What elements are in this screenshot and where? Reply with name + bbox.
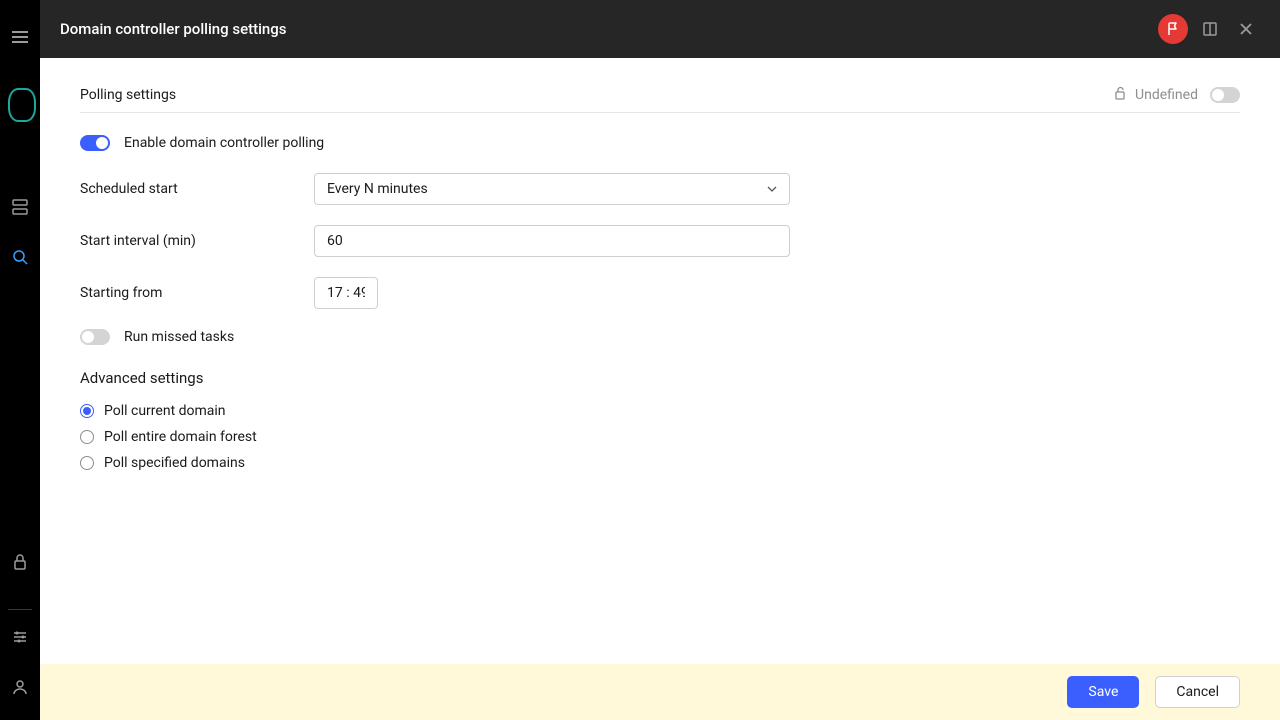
cancel-button[interactable]: Cancel	[1155, 676, 1240, 708]
radio-label: Poll entire domain forest	[104, 429, 257, 445]
panel-header: Domain controller polling settings	[40, 0, 1280, 58]
panel-footer: Save Cancel	[40, 664, 1280, 720]
radio-option-1[interactable]: Poll entire domain forest	[80, 429, 1240, 445]
starting-from-row: Starting from	[80, 277, 1240, 309]
settings-panel: Domain controller polling settings Polli…	[40, 0, 1280, 720]
flag-button[interactable]	[1158, 14, 1188, 44]
save-button[interactable]: Save	[1067, 676, 1139, 708]
scheduled-start-select[interactable]: Every N minutes	[314, 173, 790, 205]
bookmark-icon[interactable]	[1196, 15, 1224, 43]
radio-icon	[80, 404, 94, 418]
section-title: Polling settings	[80, 87, 176, 103]
run-missed-row: Run missed tasks	[80, 329, 1240, 345]
panel-title: Domain controller polling settings	[60, 20, 287, 38]
section-header: Polling settings Undefined	[80, 86, 1240, 113]
enable-polling-label: Enable domain controller polling	[124, 135, 324, 151]
start-interval-label: Start interval (min)	[80, 233, 314, 249]
panel-body: Polling settings Undefined Enable domain…	[40, 58, 1280, 664]
enable-polling-row: Enable domain controller polling	[80, 135, 1240, 151]
user-icon[interactable]	[11, 678, 29, 696]
radio-label: Poll specified domains	[104, 455, 245, 471]
radio-option-0[interactable]: Poll current domain	[80, 403, 1240, 419]
scheduled-start-value: Every N minutes	[327, 181, 428, 197]
nav-divider	[8, 609, 32, 610]
left-nav-rail	[0, 0, 40, 720]
radio-label: Poll current domain	[104, 403, 226, 419]
search-icon[interactable]	[11, 248, 29, 266]
shield-icon	[8, 88, 36, 122]
hamburger-icon[interactable]	[11, 28, 29, 46]
scheduled-start-label: Scheduled start	[80, 181, 314, 197]
chevron-down-icon	[767, 184, 777, 194]
radio-icon	[80, 430, 94, 444]
sliders-icon[interactable]	[11, 628, 29, 646]
lock-toggle[interactable]	[1210, 87, 1240, 103]
scheduled-start-row: Scheduled start Every N minutes	[80, 173, 1240, 205]
enable-polling-toggle[interactable]	[80, 135, 110, 151]
advanced-title: Advanced settings	[80, 369, 1240, 387]
lock-status: Undefined	[1113, 86, 1240, 104]
close-button[interactable]	[1232, 15, 1260, 43]
server-icon[interactable]	[11, 198, 29, 216]
lock-icon[interactable]	[11, 553, 29, 571]
lock-status-label: Undefined	[1135, 87, 1198, 103]
run-missed-toggle[interactable]	[80, 329, 110, 345]
run-missed-label: Run missed tasks	[124, 329, 234, 345]
starting-from-label: Starting from	[80, 285, 314, 301]
starting-from-input[interactable]	[314, 277, 378, 309]
radio-icon	[80, 456, 94, 470]
start-interval-row: Start interval (min)	[80, 225, 1240, 257]
unlock-icon	[1113, 86, 1127, 104]
radio-option-2[interactable]: Poll specified domains	[80, 455, 1240, 471]
start-interval-input[interactable]	[314, 225, 790, 257]
